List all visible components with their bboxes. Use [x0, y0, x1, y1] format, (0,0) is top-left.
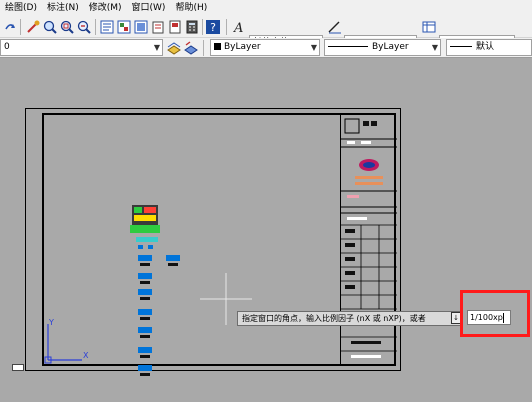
lineweight-value: 默认 — [476, 42, 495, 52]
chevron-down-icon: ▼ — [431, 43, 438, 52]
menu-modify[interactable]: 修改(M) — [84, 0, 127, 16]
color-dropdown[interactable]: ByLayer ▼ — [210, 39, 320, 56]
redo-icon[interactable] — [2, 19, 18, 35]
layer-previous-icon[interactable] — [183, 40, 199, 56]
layer-dropdown[interactable]: 0 ▼ — [0, 39, 163, 56]
drawing-canvas[interactable]: Y X 指定窗口的角点，输入比例因子 (nX 或 nXP)，或者 ↓ 1/100… — [0, 58, 532, 402]
zoom-previous-icon[interactable] — [76, 19, 92, 35]
layers-toolbar: 0 ▼ ByLayer ▼ ByLayer ▼ 默认 — [0, 38, 532, 58]
layer-value: 0 — [4, 42, 10, 52]
tool-palettes-icon[interactable] — [133, 19, 149, 35]
chevron-down-icon: ▼ — [310, 43, 317, 52]
toolbar-separator — [95, 19, 96, 35]
pan-icon[interactable] — [25, 19, 41, 35]
color-swatch — [214, 43, 221, 50]
ucs-x-label: X — [83, 351, 89, 360]
calculator-icon[interactable] — [184, 19, 200, 35]
command-prompt-tooltip: 指定窗口的角点，输入比例因子 (nX 或 nXP)，或者 — [237, 311, 462, 326]
color-value: ByLayer — [224, 42, 261, 52]
markup-icon[interactable] — [167, 19, 183, 35]
table-style-icon[interactable] — [421, 19, 437, 35]
help-icon[interactable]: ? — [205, 19, 221, 35]
standard-toolbar: ? A 长仿宋体 ▼ 100 ▼ Standard ▼ — [0, 16, 532, 52]
layout-corner-marker — [12, 364, 24, 371]
ucs-y-label: Y — [49, 318, 54, 327]
text-style-icon[interactable]: A — [231, 19, 247, 35]
zoom-window-icon[interactable] — [59, 19, 75, 35]
command-prompt-text: 指定窗口的角点，输入比例因子 (nX 或 nXP)，或者 — [242, 314, 426, 323]
make-current-layer-icon[interactable] — [166, 40, 182, 56]
linetype-sample — [328, 46, 368, 47]
linetype-value: ByLayer — [372, 42, 409, 52]
dimension-style-icon[interactable] — [327, 19, 343, 35]
title-block-graphics — [341, 118, 397, 358]
title-block — [340, 113, 397, 366]
menu-bar: 绘图(D) 标注(N) 修改(M) 窗口(W) 帮助(H) — [0, 0, 532, 16]
options-arrow-glyph: ↓ — [453, 314, 459, 322]
highlight-box — [460, 290, 530, 337]
svg-text:A: A — [233, 21, 243, 35]
drawing-content — [130, 205, 180, 376]
lineweight-sample — [450, 46, 472, 47]
linetype-dropdown[interactable]: ByLayer ▼ — [324, 39, 441, 56]
toolbar-separator — [20, 19, 21, 35]
design-center-icon[interactable] — [116, 19, 132, 35]
zoom-realtime-icon[interactable] — [42, 19, 58, 35]
svg-text:?: ? — [210, 21, 216, 34]
lineweight-dropdown[interactable]: 默认 — [446, 39, 532, 56]
toolbar-separator — [203, 40, 204, 56]
menu-window[interactable]: 窗口(W) — [127, 0, 171, 16]
sheet-set-icon[interactable] — [150, 19, 166, 35]
properties-icon[interactable] — [99, 19, 115, 35]
chevron-down-icon: ▼ — [153, 43, 160, 52]
toolbar-separator — [226, 19, 227, 35]
menu-help[interactable]: 帮助(H) — [170, 0, 212, 16]
menu-draw[interactable]: 绘图(D) — [0, 0, 42, 16]
toolbar-separator — [202, 19, 203, 35]
menu-dimension[interactable]: 标注(N) — [42, 0, 84, 16]
